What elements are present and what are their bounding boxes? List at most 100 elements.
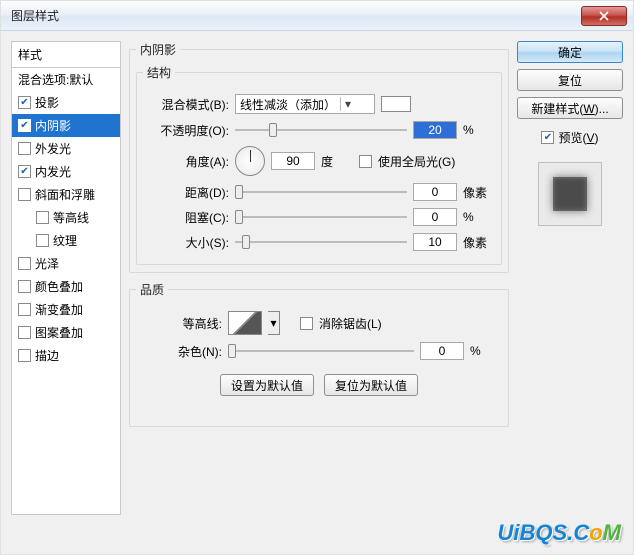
distance-label: 距离(D): xyxy=(143,184,229,201)
style-label: 颜色叠加 xyxy=(35,278,83,295)
quality-fieldset: 品质 等高线: ▾ 消除锯齿(L) 杂色(N): 0 % xyxy=(129,281,509,427)
noise-label: 杂色(N): xyxy=(136,343,222,360)
style-label: 内发光 xyxy=(35,163,71,180)
style-checkbox[interactable] xyxy=(18,142,31,155)
style-label: 描边 xyxy=(35,347,59,364)
distance-slider[interactable] xyxy=(235,183,407,201)
inner-shadow-fieldset: 内阴影 结构 混合模式(B): 线性减淡（添加） ▾ 不透明度(O): xyxy=(129,41,509,273)
dialog-body: 样式 混合选项:默认 投影内阴影外发光内发光斜面和浮雕等高线纹理光泽颜色叠加渐变… xyxy=(1,31,633,554)
size-label: 大小(S): xyxy=(143,234,229,251)
close-icon xyxy=(599,11,609,21)
reset-button[interactable]: 复位 xyxy=(517,69,623,91)
titlebar: 图层样式 xyxy=(1,1,633,31)
styles-header[interactable]: 样式 xyxy=(12,42,120,68)
opacity-input[interactable]: 20 xyxy=(413,121,457,139)
style-item-2[interactable]: 外发光 xyxy=(12,137,120,160)
style-item-1[interactable]: 内阴影 xyxy=(12,114,120,137)
choke-slider[interactable] xyxy=(235,208,407,226)
angle-dial[interactable] xyxy=(235,146,265,176)
noise-slider[interactable] xyxy=(228,342,414,360)
angle-input[interactable]: 90 xyxy=(271,152,315,170)
blend-mode-value: 线性减淡（添加） xyxy=(240,96,336,113)
preview-label: 预览(V) xyxy=(558,129,598,146)
style-item-7[interactable]: 光泽 xyxy=(12,252,120,275)
choke-label: 阻塞(C): xyxy=(143,209,229,226)
opacity-unit: % xyxy=(463,123,495,137)
style-item-9[interactable]: 渐变叠加 xyxy=(12,298,120,321)
style-checkbox[interactable] xyxy=(18,165,31,178)
noise-unit: % xyxy=(470,344,502,358)
color-swatch[interactable] xyxy=(381,96,411,112)
style-label: 内阴影 xyxy=(35,117,71,134)
new-style-label: 新建样式(W)... xyxy=(531,100,608,117)
styles-column: 样式 混合选项:默认 投影内阴影外发光内发光斜面和浮雕等高线纹理光泽颜色叠加渐变… xyxy=(11,41,121,544)
antialias-label: 消除锯齿(L) xyxy=(319,315,382,332)
style-checkbox[interactable] xyxy=(18,349,31,362)
style-checkbox[interactable] xyxy=(36,234,49,247)
watermark: UiBQS.CoM xyxy=(498,520,621,546)
choke-input[interactable]: 0 xyxy=(413,208,457,226)
blend-mode-label: 混合模式(B): xyxy=(143,96,229,113)
use-global-light-label: 使用全局光(G) xyxy=(378,153,455,170)
style-label: 投影 xyxy=(35,94,59,111)
new-style-button[interactable]: 新建样式(W)... xyxy=(517,97,623,119)
size-input[interactable]: 10 xyxy=(413,233,457,251)
contour-label: 等高线: xyxy=(136,315,222,332)
chevron-down-icon: ▾ xyxy=(340,97,351,111)
style-label: 纹理 xyxy=(53,232,77,249)
angle-unit: 度 xyxy=(321,153,353,170)
style-checkbox[interactable] xyxy=(18,96,31,109)
layer-style-dialog: 图层样式 样式 混合选项:默认 投影内阴影外发光内发光斜面和浮雕等高线纹理光泽颜… xyxy=(0,0,634,555)
structure-fieldset: 结构 混合模式(B): 线性减淡（添加） ▾ 不透明度(O): xyxy=(136,64,502,265)
ok-button[interactable]: 确定 xyxy=(517,41,623,63)
style-checkbox[interactable] xyxy=(18,119,31,132)
set-default-button[interactable]: 设置为默认值 xyxy=(220,374,314,396)
style-checkbox[interactable] xyxy=(18,280,31,293)
style-label: 等高线 xyxy=(53,209,89,226)
style-label: 外发光 xyxy=(35,140,71,157)
structure-legend: 结构 xyxy=(143,64,175,81)
style-item-8[interactable]: 颜色叠加 xyxy=(12,275,120,298)
preview-checkbox[interactable] xyxy=(541,131,554,144)
settings-column: 内阴影 结构 混合模式(B): 线性减淡（添加） ▾ 不透明度(O): xyxy=(129,41,509,544)
use-global-light-checkbox[interactable] xyxy=(359,155,372,168)
style-label: 光泽 xyxy=(35,255,59,272)
style-item-11[interactable]: 描边 xyxy=(12,344,120,367)
style-label: 斜面和浮雕 xyxy=(35,186,95,203)
distance-unit: 像素 xyxy=(463,184,495,201)
style-checkbox[interactable] xyxy=(18,303,31,316)
antialias-checkbox[interactable] xyxy=(300,317,313,330)
blend-options-item[interactable]: 混合选项:默认 xyxy=(12,68,120,91)
noise-input[interactable]: 0 xyxy=(420,342,464,360)
style-item-4[interactable]: 斜面和浮雕 xyxy=(12,183,120,206)
panel-title: 内阴影 xyxy=(136,41,180,58)
preview-thumbnail xyxy=(538,162,602,226)
style-label: 图案叠加 xyxy=(35,324,83,341)
style-item-6[interactable]: 纹理 xyxy=(12,229,120,252)
style-item-0[interactable]: 投影 xyxy=(12,91,120,114)
distance-input[interactable]: 0 xyxy=(413,183,457,201)
style-item-3[interactable]: 内发光 xyxy=(12,160,120,183)
styles-list: 样式 混合选项:默认 投影内阴影外发光内发光斜面和浮雕等高线纹理光泽颜色叠加渐变… xyxy=(11,41,121,515)
blend-options-label: 混合选项:默认 xyxy=(18,71,93,88)
style-checkbox[interactable] xyxy=(18,257,31,270)
preview-inner xyxy=(553,177,587,211)
opacity-label: 不透明度(O): xyxy=(143,122,229,139)
quality-legend: 品质 xyxy=(136,281,168,298)
reset-default-button[interactable]: 复位为默认值 xyxy=(324,374,418,396)
contour-dropdown[interactable]: ▾ xyxy=(268,311,280,335)
style-item-10[interactable]: 图案叠加 xyxy=(12,321,120,344)
angle-label: 角度(A): xyxy=(143,153,229,170)
style-checkbox[interactable] xyxy=(18,326,31,339)
actions-column: 确定 复位 新建样式(W)... 预览(V) xyxy=(517,41,623,544)
style-checkbox[interactable] xyxy=(36,211,49,224)
opacity-slider[interactable] xyxy=(235,121,407,139)
size-unit: 像素 xyxy=(463,234,495,251)
blend-mode-select[interactable]: 线性减淡（添加） ▾ xyxy=(235,94,375,114)
contour-picker[interactable] xyxy=(228,311,262,335)
choke-unit: % xyxy=(463,210,495,224)
style-item-5[interactable]: 等高线 xyxy=(12,206,120,229)
size-slider[interactable] xyxy=(235,233,407,251)
style-checkbox[interactable] xyxy=(18,188,31,201)
close-button[interactable] xyxy=(581,6,627,26)
